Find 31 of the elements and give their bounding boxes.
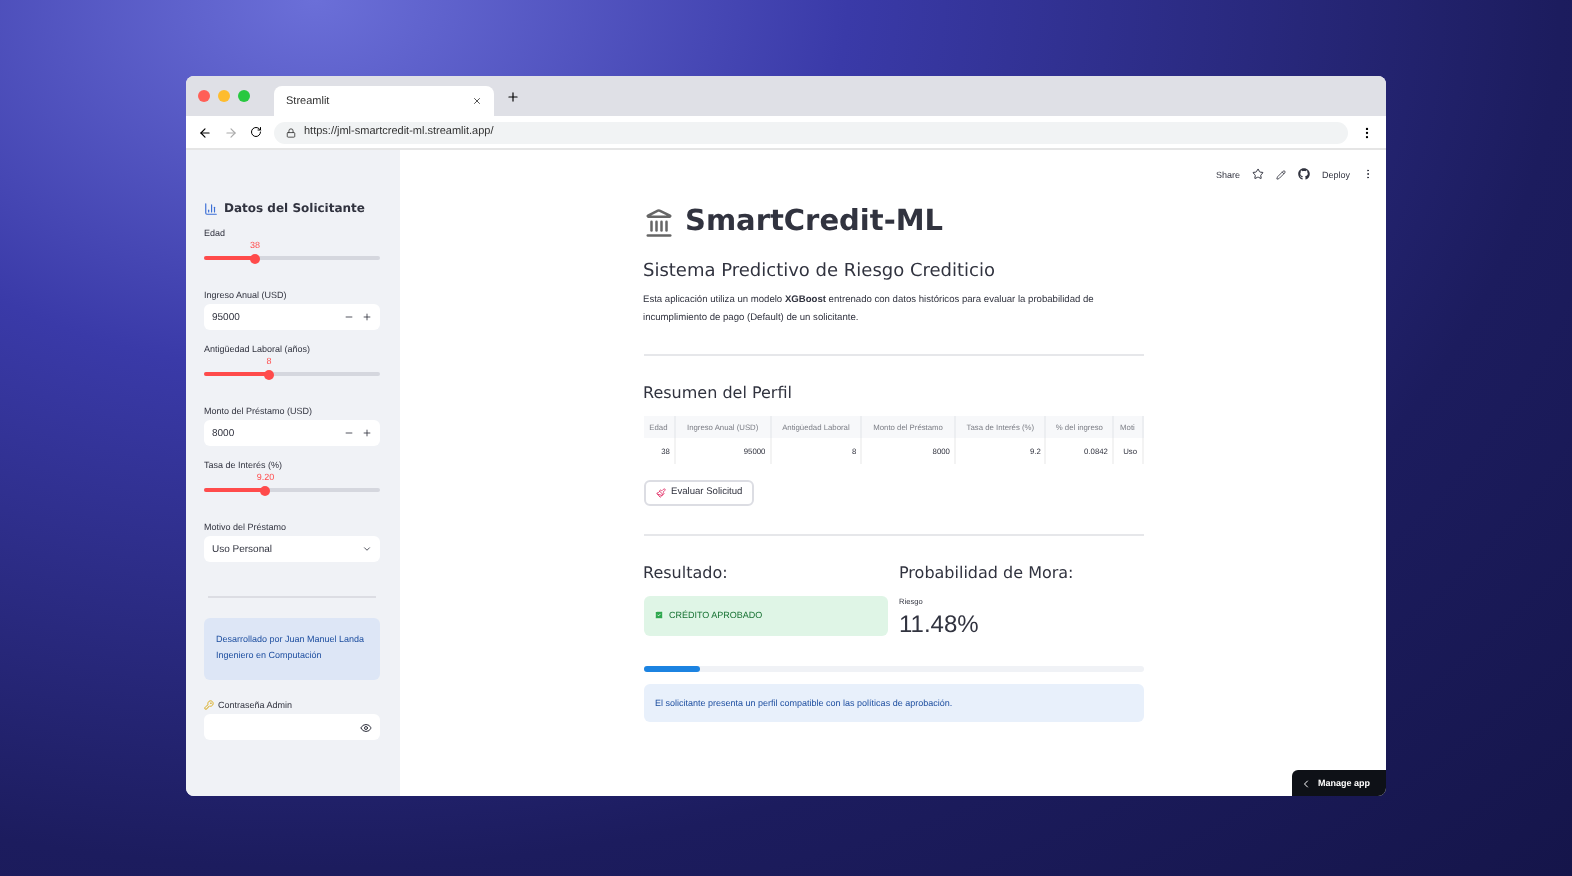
key-icon xyxy=(204,700,214,711)
plus-icon[interactable] xyxy=(362,428,372,438)
lock-icon xyxy=(286,127,296,137)
minus-icon[interactable] xyxy=(344,428,354,438)
section-heading: Resumen del Perfil xyxy=(643,383,794,402)
subtitle: Sistema Predictivo de Riesgo Crediticio xyxy=(643,262,997,282)
reload-icon[interactable] xyxy=(250,126,262,138)
plus-icon[interactable] xyxy=(362,312,372,322)
star-icon[interactable] xyxy=(1251,168,1264,180)
menu-icon[interactable] xyxy=(1360,125,1374,139)
bank-icon xyxy=(643,207,673,237)
section-heading: Resultado: xyxy=(643,563,730,582)
brush-icon xyxy=(655,487,665,498)
password-field[interactable] xyxy=(204,714,380,741)
slider-thumb[interactable] xyxy=(264,369,275,379)
checkbox-icon xyxy=(653,610,663,621)
back-icon[interactable] xyxy=(198,125,212,139)
app-title: SmartCredit-ML xyxy=(685,206,944,238)
forward-icon[interactable] xyxy=(224,125,238,139)
plus-icon[interactable] xyxy=(506,89,520,103)
metric-value: 11.48% xyxy=(899,609,981,638)
chevron-left-icon xyxy=(1300,777,1312,789)
section-heading: Probabilidad de Mora: xyxy=(899,563,1076,582)
bar-chart-icon xyxy=(204,202,218,216)
github-icon[interactable] xyxy=(1297,168,1310,180)
eye-icon[interactable] xyxy=(360,721,372,734)
chevron-down-icon xyxy=(362,544,372,554)
minus-icon[interactable] xyxy=(344,312,354,322)
slider-thumb[interactable] xyxy=(260,485,271,495)
pencil-icon[interactable] xyxy=(1275,169,1286,179)
slider-thumb[interactable] xyxy=(250,253,261,263)
